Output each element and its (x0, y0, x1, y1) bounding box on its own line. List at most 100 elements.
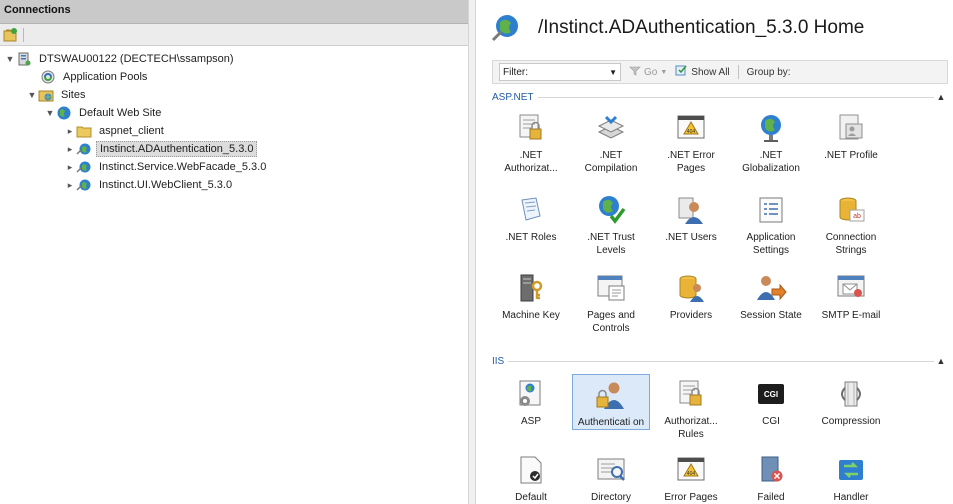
filter-field[interactable]: Filter: ▼ (499, 63, 621, 81)
tree-node-label: Sites (61, 89, 86, 101)
feature-label: Providers (669, 310, 713, 321)
server-icon (16, 51, 32, 67)
feature-net-authorization[interactable]: .NET Authorizat... (492, 108, 570, 175)
connections-toolbar (0, 24, 468, 46)
chevron-right-icon[interactable]: ▸ (64, 162, 76, 173)
go-label: Go (644, 66, 658, 78)
pane-splitter[interactable] (468, 0, 476, 504)
feature-label: Directory (590, 492, 631, 503)
section-label: IIS (492, 355, 505, 367)
section-divider (537, 96, 934, 98)
feature-net-users[interactable]: .NET Users (652, 190, 730, 244)
chevron-right-icon[interactable]: ▸ (64, 180, 76, 191)
tree-node-instinct-adauthentication[interactable]: ▸ Instinct.ADAuthentication_5.3.0 (64, 140, 258, 158)
folder-icon (76, 123, 92, 139)
feature-smtp-email[interactable]: SMTP E-mail (812, 268, 890, 322)
feature-label: .NET Users (665, 232, 717, 243)
feature-authorization-rules[interactable]: Authorizat... Rules (652, 374, 730, 441)
filter-separator (737, 65, 739, 79)
feature-failed-request-tracing[interactable]: Failed (732, 450, 810, 504)
chevron-right-icon[interactable]: ▸ (64, 126, 76, 137)
feature-authentication[interactable]: Authenticati on (572, 374, 650, 430)
feature-label: Machine Key (502, 310, 560, 321)
tree-node-default-web-site[interactable]: ▼ Default Web Site (44, 104, 164, 122)
new-connection-icon[interactable] (3, 27, 19, 43)
feature-label: Authenticati on (577, 417, 645, 428)
feature-label: .NET Error Pages (667, 150, 715, 174)
feature-net-trust-levels[interactable]: .NET Trust Levels (572, 190, 650, 257)
tree-node-sites[interactable]: ▼ Sites (26, 86, 88, 104)
chevron-down-icon[interactable]: ▼ (609, 68, 617, 77)
page-title: /Instinct.ADAuthentication_5.3.0 Home (538, 17, 865, 38)
feature-machine-key[interactable]: Machine Key (492, 268, 570, 322)
chevron-down-icon[interactable]: ▼ (660, 69, 667, 76)
compression-icon (835, 378, 867, 410)
connections-header: Connections (0, 0, 468, 24)
tree-node-label: DTSWAU00122 (DECTECH\ssampson) (39, 53, 234, 65)
feature-error-pages[interactable]: 404 Error Pages (652, 450, 730, 504)
go-button[interactable]: Go ▼ (629, 65, 667, 80)
feature-label: CGI (762, 416, 780, 427)
section-aspnet: ASP.NET ▲ (492, 90, 948, 104)
feature-net-globalization[interactable]: .NET Globalization (732, 108, 810, 175)
tree-node-label: Default Web Site (79, 107, 162, 119)
feature-net-roles[interactable]: .NET Roles (492, 190, 570, 244)
feature-compression[interactable]: Compression (812, 374, 890, 428)
net-trust-levels-icon (595, 194, 627, 226)
tree-node-label: aspnet_client (99, 125, 164, 137)
tree-node-aspnet-client[interactable]: ▸ aspnet_client (64, 122, 167, 140)
svg-text:ab: ab (853, 213, 861, 220)
tree-node-server[interactable]: ▼ DTSWAU00122 (DECTECH\ssampson) (4, 50, 237, 68)
tree-node-instinct-ui-webclient[interactable]: ▸ Instinct.UI.WebClient_5.3.0 (64, 176, 235, 194)
feature-label: SMTP E-mail (821, 310, 881, 321)
toolbar-separator (23, 27, 24, 42)
app-pools-icon (40, 69, 56, 85)
chevron-up-icon[interactable]: ▲ (934, 356, 948, 366)
tree-node-label: Application Pools (63, 71, 148, 83)
application-settings-icon (755, 194, 787, 226)
feature-handler-mappings[interactable]: Handler (812, 450, 890, 504)
handler-mappings-icon (835, 454, 867, 486)
feature-label: Authorizat... Rules (664, 416, 718, 440)
feature-label: Application Settings (746, 232, 796, 256)
chevron-down-icon[interactable]: ▼ (44, 108, 56, 118)
authorization-rules-icon (675, 378, 707, 410)
show-all-button[interactable]: Show All (675, 64, 730, 80)
connection-strings-icon: ab (835, 194, 867, 226)
feature-asp[interactable]: ASP (492, 374, 570, 428)
feature-label: Compression (821, 416, 881, 427)
section-label: ASP.NET (492, 91, 534, 103)
filter-label: Filter: (503, 66, 528, 78)
feature-providers[interactable]: Providers (652, 268, 730, 322)
chevron-right-icon[interactable]: ▸ (64, 144, 76, 155)
feature-application-settings[interactable]: Application Settings (732, 190, 810, 257)
group-by-button[interactable]: Group by: (747, 67, 791, 78)
feature-pages-controls[interactable]: Pages and Controls (572, 268, 650, 335)
connections-tree: ▼ DTSWAU00122 (DECTECH\ssampson) Applica… (0, 46, 468, 191)
tree-node-application-pools[interactable]: Application Pools (40, 68, 150, 86)
net-authorization-icon (515, 112, 547, 144)
feature-default-document[interactable]: Default (492, 450, 570, 504)
chevron-up-icon[interactable]: ▲ (934, 92, 948, 102)
section-iis: IIS ▲ (492, 354, 948, 368)
feature-label: .NET Globalization (742, 150, 800, 174)
machine-key-icon (515, 272, 547, 304)
web-app-icon (76, 177, 92, 193)
tree-node-instinct-service-webfacade[interactable]: ▸ Instinct.Service.WebFacade_5.3.0 (64, 158, 269, 176)
feature-label: .NET Profile (824, 150, 878, 161)
feature-directory-browsing[interactable]: Directory (572, 450, 650, 504)
net-users-icon (675, 194, 707, 226)
feature-net-error-pages[interactable]: 404 .NET Error Pages (652, 108, 730, 175)
error-pages-icon: 404 (675, 454, 707, 486)
web-app-icon (76, 159, 92, 175)
feature-label: .NET Compilation (584, 150, 638, 174)
feature-net-profile[interactable]: .NET Profile (812, 108, 890, 162)
feature-session-state[interactable]: Session State (732, 268, 810, 322)
feature-cgi[interactable]: CGI CGI (732, 374, 810, 428)
feature-connection-strings[interactable]: ab Connection Strings (812, 190, 890, 257)
chevron-down-icon[interactable]: ▼ (4, 54, 16, 64)
feature-net-compilation[interactable]: .NET Compilation (572, 108, 650, 175)
feature-label: .NET Roles (505, 232, 557, 243)
chevron-down-icon[interactable]: ▼ (26, 90, 38, 100)
net-profile-icon (835, 112, 867, 144)
